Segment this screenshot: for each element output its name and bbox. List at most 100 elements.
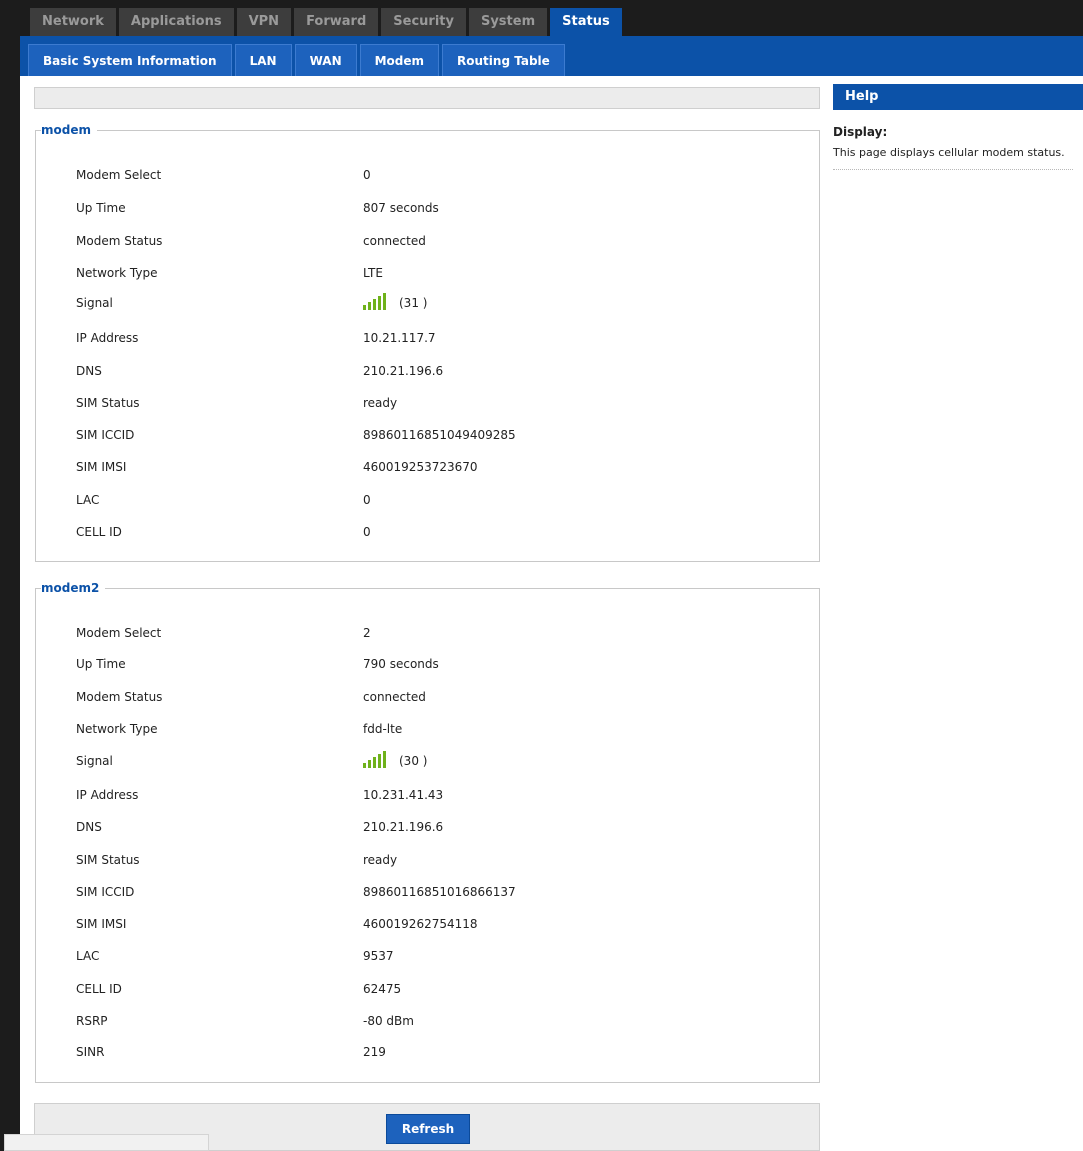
row-value: 790 seconds <box>363 657 439 671</box>
row-label: DNS <box>76 820 102 834</box>
row-label: LAC <box>76 949 100 963</box>
row-label: Modem Select <box>76 168 162 182</box>
info-row-sim-status: SIM Status ready <box>76 396 776 414</box>
row-value: 2 <box>363 626 371 640</box>
info-row-signal: Signal (31 ) <box>76 293 776 314</box>
row-value: 460019253723670 <box>363 460 478 474</box>
info-row-lac: LAC 9537 <box>76 949 776 967</box>
row-label: Signal <box>76 754 113 768</box>
row-value: connected <box>363 690 426 704</box>
status-message-bar <box>34 87 820 109</box>
row-value: 10.21.117.7 <box>363 331 436 345</box>
row-label: Up Time <box>76 201 126 215</box>
row-label: RSRP <box>76 1014 108 1028</box>
row-label: Modem Select <box>76 626 162 640</box>
row-label: SINR <box>76 1045 105 1059</box>
row-label: Up Time <box>76 657 126 671</box>
row-label: LAC <box>76 493 100 507</box>
tab-security[interactable]: Security <box>381 8 466 36</box>
row-value: LTE <box>363 266 383 280</box>
help-title: Display: <box>833 125 888 139</box>
tab-forward[interactable]: Forward <box>294 8 379 36</box>
info-row-ip-address: IP Address 10.21.117.7 <box>76 331 776 349</box>
signal-value-text: (31 ) <box>399 296 428 310</box>
tab-applications[interactable]: Applications <box>118 8 234 36</box>
row-value: ready <box>363 396 398 410</box>
tab-network[interactable]: Network <box>30 8 116 36</box>
info-row-sim-iccid: SIM ICCID 89860116851049409285 <box>76 428 776 446</box>
info-row-modem-select: Modem Select 0 <box>76 168 776 186</box>
row-value: 219 <box>363 1045 386 1059</box>
help-header: Help <box>833 84 1083 110</box>
subtab-modem[interactable]: Modem <box>359 44 440 76</box>
info-row-cell-id: CELL ID 62475 <box>76 982 776 1000</box>
subtab-lan[interactable]: LAN <box>234 44 292 76</box>
main-content: modem Modem Select 0 Up Time 807 seconds… <box>20 76 825 1151</box>
row-label: SIM IMSI <box>76 460 127 474</box>
row-value: 807 seconds <box>363 201 439 215</box>
row-label: CELL ID <box>76 525 122 539</box>
modem2-fieldset: modem2 Modem Select 2 Up Time 790 second… <box>35 581 820 1083</box>
row-value: fdd-lte <box>363 722 403 736</box>
row-value: 0 <box>363 493 371 507</box>
row-label: Modem Status <box>76 234 163 248</box>
row-value-signal: (31 ) <box>363 292 427 310</box>
row-label: SIM Status <box>76 853 140 867</box>
row-value: 89860116851016866137 <box>363 885 516 899</box>
row-label: SIM ICCID <box>76 428 135 442</box>
info-row-network-type: Network Type fdd-lte <box>76 722 776 740</box>
tab-vpn[interactable]: VPN <box>236 8 292 36</box>
info-row-modem-select: Modem Select 2 <box>76 626 776 644</box>
info-row-sim-status: SIM Status ready <box>76 853 776 871</box>
row-value: 9537 <box>363 949 394 963</box>
row-label: Modem Status <box>76 690 163 704</box>
footer-status-box <box>4 1134 209 1151</box>
info-row-lac: LAC 0 <box>76 493 776 511</box>
fieldset-legend-modem: modem <box>41 123 97 137</box>
info-row-sim-iccid: SIM ICCID 89860116851016866137 <box>76 885 776 903</box>
row-value: 10.231.41.43 <box>363 788 444 802</box>
row-label: SIM IMSI <box>76 917 127 931</box>
subtab-basic-system-information[interactable]: Basic System Information <box>28 44 232 76</box>
info-row-dns: DNS 210.21.196.6 <box>76 820 776 838</box>
subtab-routing-table[interactable]: Routing Table <box>442 44 565 76</box>
info-row-sim-imsi: SIM IMSI 460019253723670 <box>76 460 776 478</box>
info-row-rsrp: RSRP -80 dBm <box>76 1014 776 1032</box>
row-label: IP Address <box>76 331 139 345</box>
row-value: 0 <box>363 168 371 182</box>
row-value: -80 dBm <box>363 1014 414 1028</box>
refresh-button[interactable]: Refresh <box>386 1114 470 1144</box>
row-label: CELL ID <box>76 982 122 996</box>
tab-status[interactable]: Status <box>550 8 622 36</box>
top-navigation: Network Applications VPN Forward Securit… <box>20 0 1083 36</box>
info-row-sim-imsi: SIM IMSI 460019262754118 <box>76 917 776 935</box>
info-row-modem-status: Modem Status connected <box>76 234 776 252</box>
info-row-up-time: Up Time 790 seconds <box>76 657 776 675</box>
row-label: DNS <box>76 364 102 378</box>
top-tabs: Network Applications VPN Forward Securit… <box>30 8 622 36</box>
signal-value-text: (30 ) <box>399 754 428 768</box>
row-label: SIM Status <box>76 396 140 410</box>
info-row-modem-status: Modem Status connected <box>76 690 776 708</box>
info-row-cell-id: CELL ID 0 <box>76 525 776 543</box>
sub-navigation: Basic System Information LAN WAN Modem R… <box>20 36 1083 76</box>
signal-bars-icon <box>363 750 399 768</box>
modem-fieldset: modem Modem Select 0 Up Time 807 seconds… <box>35 123 820 562</box>
row-value: connected <box>363 234 426 248</box>
sub-tabs: Basic System Information LAN WAN Modem R… <box>28 44 565 76</box>
row-value-signal: (30 ) <box>363 750 427 768</box>
info-row-network-type: Network Type LTE <box>76 266 776 284</box>
help-text: This page displays cellular modem status… <box>833 145 1073 170</box>
row-value: 89860116851049409285 <box>363 428 516 442</box>
subtab-wan[interactable]: WAN <box>294 44 357 76</box>
signal-bars-icon <box>363 292 399 310</box>
left-sidebar-strip <box>0 0 20 1151</box>
row-label: Network Type <box>76 722 158 736</box>
info-row-dns: DNS 210.21.196.6 <box>76 364 776 382</box>
tab-system[interactable]: System <box>468 8 548 36</box>
info-row-up-time: Up Time 807 seconds <box>76 201 776 219</box>
info-row-ip-address: IP Address 10.231.41.43 <box>76 788 776 806</box>
row-value: 460019262754118 <box>363 917 478 931</box>
row-label: IP Address <box>76 788 139 802</box>
row-value: 0 <box>363 525 371 539</box>
